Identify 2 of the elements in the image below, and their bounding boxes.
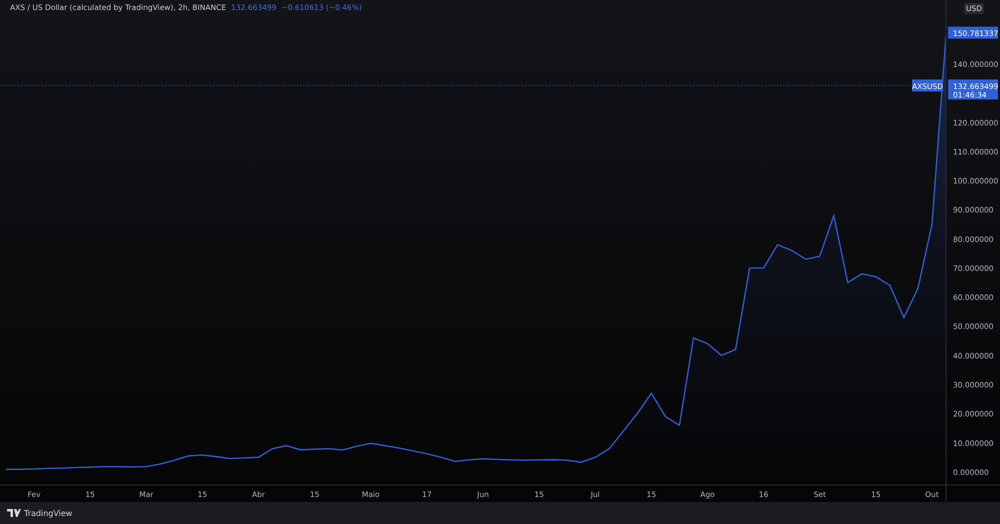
logo-icon (7, 509, 21, 517)
brand-name[interactable]: TradingView (24, 508, 72, 518)
